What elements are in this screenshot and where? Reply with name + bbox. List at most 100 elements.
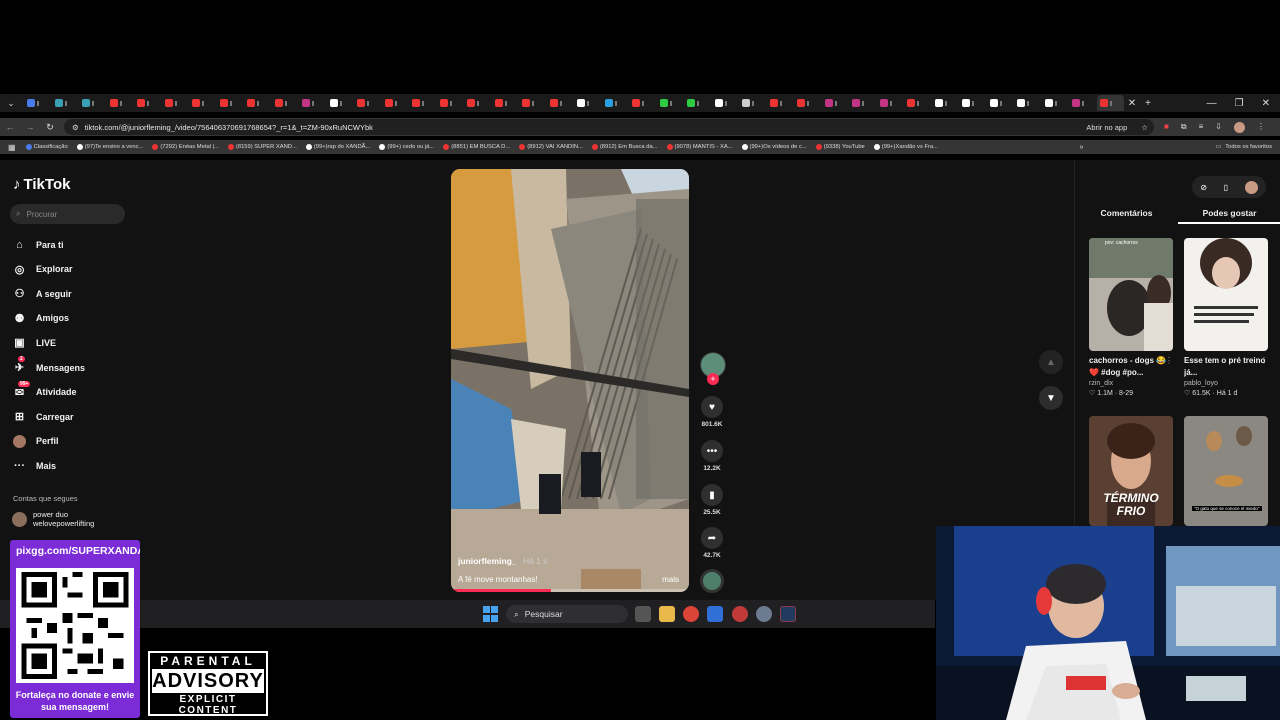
- browser-tab[interactable]: [877, 95, 905, 111]
- all-favorites[interactable]: ▭ Todos os favoritos: [1216, 144, 1280, 150]
- browser-tab[interactable]: [464, 95, 492, 111]
- share-action[interactable]: ➦ 42.7K: [697, 527, 727, 559]
- sidebar-item-para-ti[interactable]: ⌂ Para ti: [13, 238, 63, 251]
- browser-tab[interactable]: [189, 95, 217, 111]
- browser-tab[interactable]: [217, 95, 245, 111]
- bookmark-star-icon[interactable]: ☆: [1141, 123, 1148, 132]
- next-video-button[interactable]: ▼: [1039, 386, 1063, 410]
- bookmark-item[interactable]: (8851) EM BUSCA D...: [443, 144, 510, 150]
- heart-icon[interactable]: ♥: [701, 396, 723, 418]
- sidebar-item-mais[interactable]: ··· Mais: [13, 459, 56, 472]
- bookmark-item[interactable]: (8159) SUPER XAND...: [227, 144, 297, 150]
- extension-icon[interactable]: ■: [1164, 122, 1169, 133]
- browser-tab[interactable]: [1096, 95, 1124, 111]
- bookmark-icon[interactable]: ▮: [701, 484, 723, 506]
- browser-tab[interactable]: [272, 95, 300, 111]
- tab-you-may-like[interactable]: Podes gostar: [1178, 202, 1280, 224]
- previous-video-button[interactable]: ▲: [1039, 350, 1063, 374]
- browser-tab[interactable]: [327, 95, 355, 111]
- bookmark-item[interactable]: (99+)Xandão vs Fra...: [873, 144, 938, 150]
- recommended-video-card[interactable]: pov: cachorros cachorros - dogs 😂❤️ #dog…: [1089, 238, 1173, 397]
- browser-tab[interactable]: [657, 95, 685, 111]
- browser-tab[interactable]: [409, 95, 437, 111]
- bookmark-item[interactable]: (99+)rap do XANDÃ...: [305, 144, 370, 150]
- browser-tab[interactable]: [987, 95, 1015, 111]
- user-avatar[interactable]: [1244, 180, 1258, 194]
- browser-tab[interactable]: [574, 95, 602, 111]
- browser-tab[interactable]: [107, 95, 135, 111]
- url-text[interactable]: tiktok.com/@juniorfleming_/video/7564063…: [85, 123, 1081, 132]
- taskbar-search[interactable]: ⌕ Pesquisar: [506, 605, 628, 623]
- browser-tab[interactable]: [437, 95, 465, 111]
- tab-search-button[interactable]: ⌄: [4, 96, 18, 110]
- browser-tab[interactable]: [684, 95, 712, 111]
- browser-tab[interactable]: [354, 95, 382, 111]
- browser-tab[interactable]: [849, 95, 877, 111]
- recommended-video-card[interactable]: "O gato que se conoce el miedo": [1184, 416, 1268, 526]
- browser-tab[interactable]: [134, 95, 162, 111]
- browser-tab[interactable]: [382, 95, 410, 111]
- browser-tab[interactable]: [547, 95, 575, 111]
- browser-tab[interactable]: [767, 95, 795, 111]
- bookmark-item[interactable]: (97)Te ensino a venc...: [76, 144, 143, 150]
- video-author[interactable]: juniorfleming_ Há 1 s: [458, 556, 548, 566]
- chrome-icon[interactable]: [683, 606, 699, 622]
- browser-tab[interactable]: [959, 95, 987, 111]
- author-name[interactable]: juniorfleming_: [458, 556, 517, 566]
- sidebar-item-mensagens[interactable]: ✈ 2 Mensagens: [13, 356, 85, 374]
- card-title[interactable]: cachorros - dogs 😂❤️ #dog #po...: [1089, 355, 1173, 379]
- close-tab-icon[interactable]: ✕: [1124, 98, 1140, 109]
- browser-tab[interactable]: [739, 95, 767, 111]
- browser-tab[interactable]: [794, 95, 822, 111]
- browser-tab[interactable]: [904, 95, 932, 111]
- browser-tab[interactable]: [1069, 95, 1097, 111]
- app-icon[interactable]: [732, 606, 748, 622]
- apps-icon[interactable]: ▦: [8, 143, 16, 152]
- bookmarks-overflow-icon[interactable]: »: [1079, 144, 1083, 151]
- settings-icon[interactable]: [756, 606, 772, 622]
- bookmark-item[interactable]: (8912) Em Busca da...: [591, 144, 658, 150]
- browser-tab[interactable]: [492, 95, 520, 111]
- file-explorer-icon[interactable]: [659, 606, 675, 622]
- sidebar-item-amigos[interactable]: ⚉ Amigos: [13, 312, 69, 325]
- menu-icon[interactable]: ⋮: [1257, 122, 1265, 133]
- video-thumbnail[interactable]: [1184, 238, 1268, 351]
- forward-icon[interactable]: →: [20, 122, 40, 132]
- browser-tab[interactable]: [822, 95, 850, 111]
- device-icon[interactable]: ▯: [1224, 183, 1228, 192]
- windows-start-icon[interactable]: [483, 606, 499, 622]
- sidebar-item-explorar[interactable]: ◎ Explorar: [13, 263, 73, 276]
- comment-action[interactable]: ••• 12.2K: [697, 440, 727, 472]
- save-action[interactable]: ▮ 25.5K: [697, 484, 727, 516]
- bookmark-item[interactable]: (99+)Os vídeos de c...: [741, 144, 807, 150]
- tiktok-logo[interactable]: ♪ TikTok: [13, 176, 70, 193]
- back-icon[interactable]: ←: [0, 122, 20, 132]
- browser-tab[interactable]: [932, 95, 960, 111]
- media-icon[interactable]: ≡: [1199, 122, 1204, 133]
- browser-tab[interactable]: [24, 95, 52, 111]
- card-more-icon[interactable]: ⋮: [1260, 356, 1268, 365]
- browser-tab[interactable]: [79, 95, 107, 111]
- browser-tab[interactable]: [602, 95, 630, 111]
- search-input[interactable]: ⌕ Procurar: [10, 204, 125, 224]
- video-player[interactable]: juniorfleming_ Há 1 s A fé move montanha…: [451, 169, 689, 592]
- profile-avatar[interactable]: [1233, 121, 1245, 133]
- card-more-icon[interactable]: ⋮: [1165, 356, 1173, 365]
- bookmark-item[interactable]: (7292) Enéas Metal |...: [152, 144, 219, 150]
- browser-tab[interactable]: [244, 95, 272, 111]
- tab-comments[interactable]: Comentários: [1075, 202, 1178, 224]
- card-author[interactable]: rzin_dix: [1089, 380, 1173, 387]
- video-progress-bar[interactable]: [451, 589, 689, 592]
- more-caption-button[interactable]: mais: [662, 575, 679, 584]
- bookmark-item[interactable]: (99+) cedo ou já...: [379, 144, 434, 150]
- video-thumbnail[interactable]: TÉRMINO FRIO: [1089, 416, 1173, 526]
- music-disc-icon[interactable]: [700, 569, 724, 593]
- task-view-icon[interactable]: [635, 606, 651, 622]
- bookmark-item[interactable]: (8912) VAI XANDIN...: [519, 144, 583, 150]
- open-in-app-button[interactable]: Abrir no app: [1086, 123, 1127, 132]
- recommended-video-card[interactable]: Esse tem o pré treino já... pablo_loyo ♡…: [1184, 238, 1268, 397]
- sidebar-item-atividade[interactable]: ✉ 99+ Atividade: [13, 380, 77, 399]
- following-account-item[interactable]: power duo welovepowerlifting: [12, 510, 94, 528]
- video-thumbnail[interactable]: pov: cachorros: [1089, 238, 1173, 351]
- browser-tab[interactable]: [629, 95, 657, 111]
